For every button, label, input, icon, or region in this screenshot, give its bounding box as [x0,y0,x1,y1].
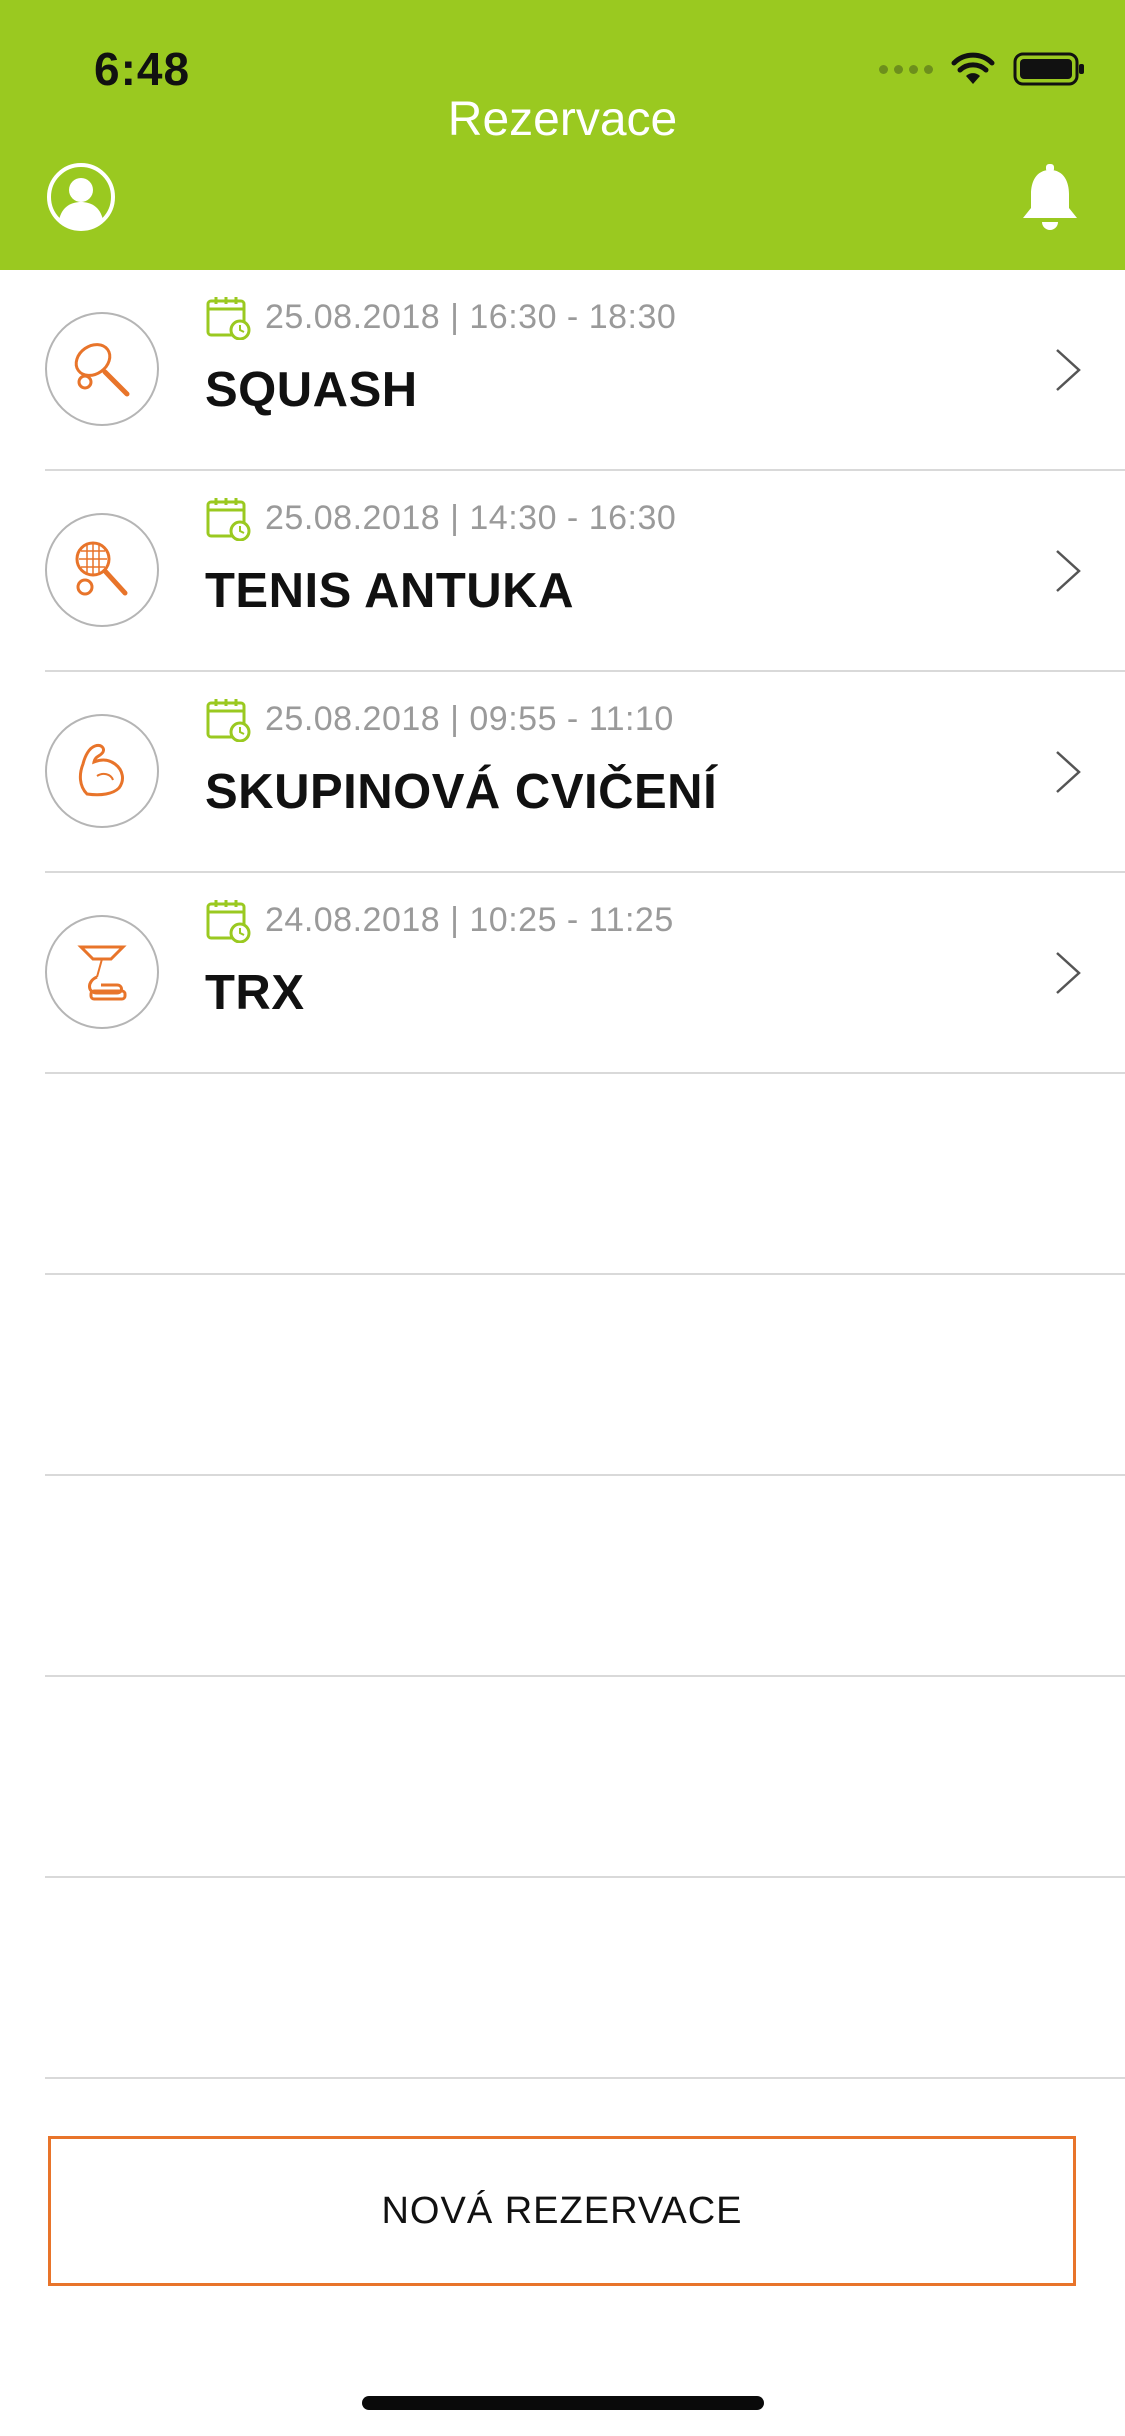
reservation-title: SQUASH [205,363,418,417]
empty-list-row [45,1476,1125,1677]
chevron-right-icon [1056,550,1081,592]
reservation-row[interactable]: 25.08.2018 | 14:30 - 16:30 TENIS ANTUKA [45,471,1125,672]
battery-icon [1013,52,1085,86]
reservation-date: 24.08.2018 | 10:25 - 11:25 [265,901,674,939]
reservation-title: SKUPINOVÁ CVIČENÍ [205,765,718,819]
new-reservation-button[interactable]: NOVÁ REZERVACE [48,2136,1076,2286]
profile-button[interactable] [46,162,116,232]
calendar-clock-icon [206,297,251,340]
status-indicators [879,52,1085,86]
sport-icon-badge [45,513,159,627]
bell-icon [1023,164,1077,230]
calendar-clock-icon [206,900,251,943]
trx-strap-icon [77,945,127,1001]
chevron-right-icon [1056,349,1081,391]
empty-list-row [45,1677,1125,1878]
nav-header: 6:48 Rezervace [0,0,1125,270]
reservation-row[interactable]: 25.08.2018 | 16:30 - 18:30 SQUASH [45,270,1125,471]
notifications-button[interactable] [1020,162,1080,232]
cellular-signal-icon [879,64,933,74]
page-title: Rezervace [447,93,678,146]
reservation-date: 25.08.2018 | 09:55 - 11:10 [265,700,674,738]
status-time: 6:48 [94,43,191,95]
reservation-row[interactable]: 25.08.2018 | 09:55 - 11:10 SKUPINOVÁ CVI… [45,672,1125,873]
reservation-date: 25.08.2018 | 16:30 - 18:30 [265,298,677,336]
reservation-title: TRX [205,966,305,1020]
reservation-row[interactable]: 24.08.2018 | 10:25 - 11:25 TRX [45,873,1125,1074]
sport-icon-badge [45,312,159,426]
calendar-clock-icon [206,498,251,541]
tennis-racket-icon [75,541,128,596]
empty-list-row [45,1275,1125,1476]
reservation-list: 25.08.2018 | 16:30 - 18:30 SQUASH 25.08.… [0,270,1125,2079]
chevron-right-icon [1056,751,1081,793]
reservation-title: TENIS ANTUKA [205,564,574,618]
user-avatar-icon [47,163,115,231]
sport-icon-badge [45,714,159,828]
empty-list-row [45,1074,1125,1275]
squash-racket-icon [74,343,130,397]
calendar-clock-icon [206,699,251,742]
sport-icon-badge [45,915,159,1029]
wifi-icon [951,52,995,86]
home-indicator[interactable] [362,2396,764,2410]
chevron-right-icon [1056,952,1081,994]
reservation-date: 25.08.2018 | 14:30 - 16:30 [265,499,677,537]
flexed-arm-icon [78,744,124,797]
empty-list-row [45,1878,1125,2079]
